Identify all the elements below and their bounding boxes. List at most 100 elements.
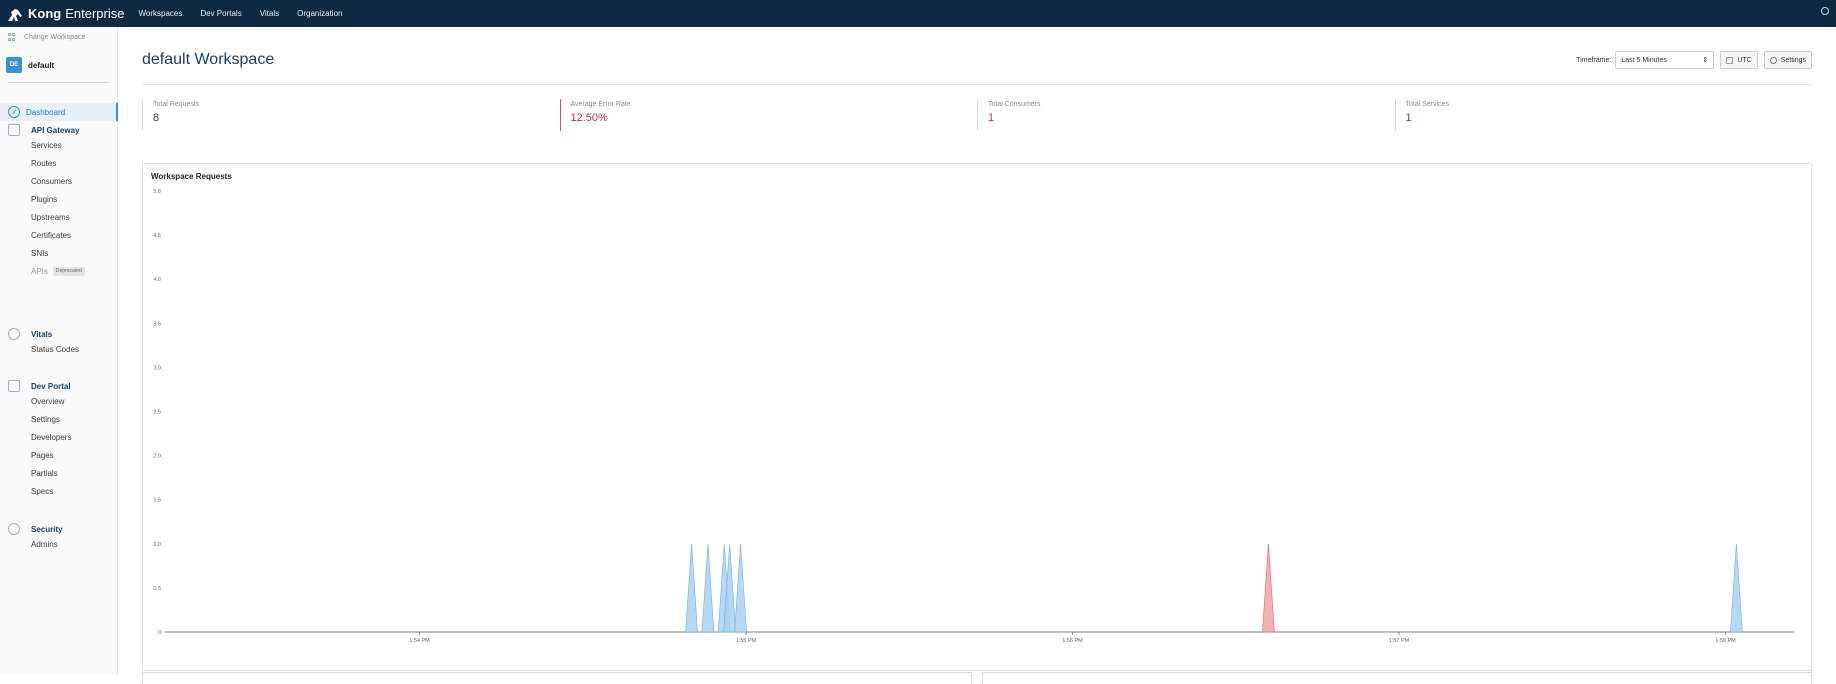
- dev-portal-icon: [8, 380, 20, 392]
- y-tick-label: 0: [158, 630, 161, 636]
- sidebar-item-label: Dashboard: [26, 107, 66, 117]
- dashboard-controls: Timeframe: Last 5 Minutes ⇕ UTC Settings: [1576, 51, 1812, 69]
- nav-workspaces[interactable]: Workspaces: [138, 9, 182, 18]
- sidebar-item-partials[interactable]: Partials: [0, 465, 118, 483]
- sidebar-item-dashboard[interactable]: Dashboard: [0, 103, 118, 121]
- y-tick-label: 4.5: [153, 233, 161, 239]
- settings-button[interactable]: Settings: [1763, 51, 1812, 69]
- deprecated-badge: Deprecated: [52, 267, 85, 277]
- request-spike: [685, 543, 698, 633]
- sidebar-item-specs[interactable]: Specs: [0, 483, 118, 501]
- section-header: Dev Portal: [0, 379, 118, 393]
- sidebar-item-pages[interactable]: Pages: [0, 447, 118, 465]
- sidebar-item-snis[interactable]: SNIs: [0, 245, 118, 263]
- stat-value: 1: [1405, 112, 1412, 124]
- workspace-requests-card: 0 0.5 1.0 1.5 2.0 2.5 3.0 3.5 4.0 4.5 5.0 1:54 PM 1:…: [142, 163, 1812, 671]
- utc-toggle-button[interactable]: UTC: [1720, 51, 1758, 69]
- stat-value: 8: [153, 112, 160, 124]
- sidebar-item-status-codes[interactable]: Status Codes: [0, 341, 118, 359]
- sidebar-item-services[interactable]: Services: [0, 137, 118, 155]
- workspace-name: default: [28, 60, 55, 70]
- nav-dev-portals[interactable]: Dev Portals: [200, 9, 241, 18]
- chart-title: Workspace Requests: [151, 172, 232, 181]
- section-security: Security Admins: [0, 522, 118, 554]
- api-gateway-icon: [8, 124, 20, 136]
- y-tick-label: 5.0: [153, 189, 161, 195]
- main-content: default Workspace Timeframe: Last 5 Minu…: [118, 27, 1836, 684]
- brand-edition: Enterprise: [65, 6, 125, 21]
- y-tick-label: 1.0: [153, 542, 161, 548]
- section-header: Vitals: [0, 327, 118, 341]
- dashboard-gauge-icon: [8, 106, 20, 118]
- sidebar-item-apis[interactable]: APIs Deprecated: [0, 263, 118, 281]
- top-navbar: Kong Enterprise Workspaces Dev Portals V…: [0, 0, 1836, 27]
- title-divider: [142, 84, 1812, 85]
- kong-logo[interactable]: Kong Enterprise: [6, 0, 124, 27]
- section-header: API Gateway: [0, 123, 118, 137]
- stat-label: Total Consumers: [988, 101, 1041, 108]
- sidebar-item-plugins[interactable]: Plugins: [0, 191, 118, 209]
- status-codes-card: [142, 672, 972, 684]
- latency-card: [982, 672, 1812, 684]
- page-title: default Workspace: [142, 51, 275, 68]
- section-title: API Gateway: [31, 125, 80, 135]
- shield-icon: [8, 523, 20, 535]
- stat-total-services: Total Services 1: [1394, 99, 1813, 131]
- nav-vitals[interactable]: Vitals: [260, 9, 279, 18]
- y-tick-label: 1.5: [153, 498, 161, 504]
- timeframe-value: Last 5 Minutes: [1621, 56, 1667, 64]
- checkbox-icon: [1726, 56, 1734, 64]
- brand-name: Kong: [28, 6, 62, 21]
- y-tick-label: 3.5: [153, 321, 161, 327]
- sidebar-item-settings[interactable]: Settings: [0, 411, 118, 429]
- x-tick-label: 1:54 PM: [409, 638, 430, 644]
- user-menu-icon[interactable]: [1821, 7, 1829, 15]
- stat-total-consumers: Total Consumers 1: [977, 99, 1395, 131]
- nav-organization[interactable]: Organization: [297, 9, 342, 18]
- change-workspace-link[interactable]: Change Workspace: [0, 27, 117, 47]
- sidebar-divider: [8, 82, 109, 83]
- settings-label: Settings: [1780, 56, 1806, 64]
- sidebar-item-upstreams[interactable]: Upstreams: [0, 209, 118, 227]
- sidebar-item-admins[interactable]: Admins: [0, 536, 118, 554]
- stat-value: 1: [988, 112, 995, 124]
- sidebar-item-developers[interactable]: Developers: [0, 429, 118, 447]
- sidebar-item-overview[interactable]: Overview: [0, 393, 118, 411]
- y-tick-label: 4.0: [153, 277, 161, 283]
- y-tick-label: 2.0: [153, 454, 161, 460]
- section-dev-portal: Dev Portal Overview Settings Developers …: [0, 379, 118, 501]
- stat-value: 12.50%: [570, 112, 608, 124]
- stat-label: Total Requests: [153, 101, 200, 108]
- sidebar-item-certificates[interactable]: Certificates: [0, 227, 118, 245]
- grid-icon: [8, 33, 16, 41]
- section-title: Security: [31, 524, 63, 534]
- kong-gorilla-icon: [8, 8, 22, 21]
- x-tick-label: 1:55 PM: [736, 638, 757, 644]
- utc-label: UTC: [1737, 56, 1752, 64]
- vitals-icon: [8, 328, 20, 340]
- change-workspace-label: Change Workspace: [24, 33, 86, 41]
- timeframe-label: Timeframe:: [1576, 56, 1612, 64]
- select-arrows-icon: ⇕: [1702, 57, 1709, 64]
- request-spike: [701, 543, 715, 633]
- workspace-avatar: DE: [6, 57, 22, 73]
- request-spike: [734, 543, 747, 633]
- sidebar-item-consumers[interactable]: Consumers: [0, 173, 118, 191]
- workspace-requests-chart: 0 0.5 1.0 1.5 2.0 2.5 3.0 3.5 4.0 4.5 5.0 1:54 PM 1:…: [153, 189, 1794, 644]
- sidebar-item-routes[interactable]: Routes: [0, 155, 118, 173]
- stat-average-error-rate: Average Error Rate 12.50%: [559, 99, 978, 131]
- current-workspace: DE default: [0, 57, 117, 73]
- section-vitals: Vitals Status Codes: [0, 327, 118, 359]
- section-title: Dev Portal: [31, 381, 71, 391]
- request-spike: [1262, 543, 1275, 633]
- top-nav-links: Workspaces Dev Portals Vitals Organizati…: [138, 9, 360, 18]
- x-tick-label: 1:57 PM: [1389, 638, 1410, 644]
- request-spike: [1730, 543, 1743, 633]
- stat-total-requests: Total Requests 8: [142, 99, 560, 131]
- timeframe-select[interactable]: Last 5 Minutes ⇕: [1615, 51, 1715, 69]
- x-tick-label: 1:58 PM: [1715, 638, 1736, 644]
- stat-label: Average Error Rate: [570, 101, 631, 108]
- x-tick-label: 1:56 PM: [1062, 638, 1083, 644]
- sidebar: Change Workspace DE default Dashboard AP…: [0, 27, 118, 675]
- stat-label: Total Services: [1405, 101, 1450, 108]
